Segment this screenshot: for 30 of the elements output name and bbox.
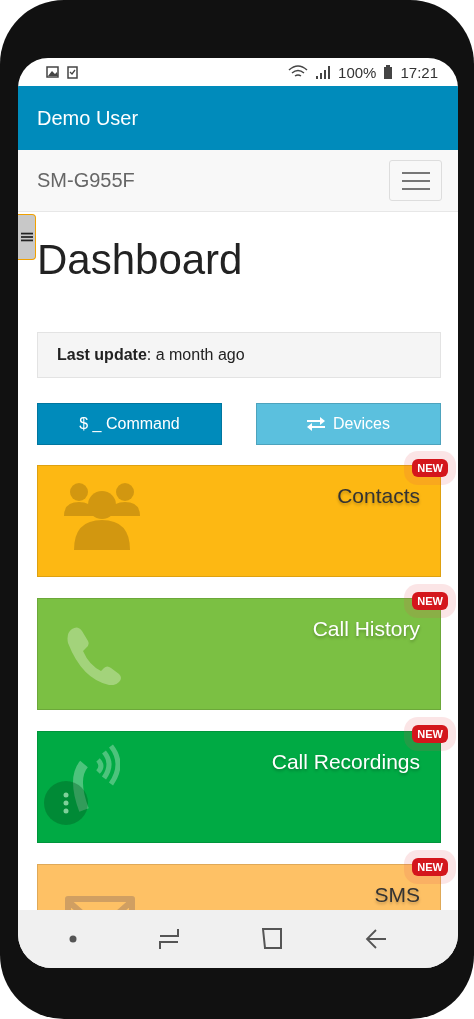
exchange-icon: [307, 417, 326, 431]
new-badge: NEW: [412, 858, 448, 876]
battery-icon: [384, 65, 393, 79]
tile-title: Call History: [312, 617, 420, 641]
new-badge: NEW: [412, 459, 448, 477]
signal-icon: [316, 65, 331, 79]
tile-title: Call Recordings: [271, 750, 420, 774]
user-name: Demo User: [37, 106, 139, 130]
menu-button[interactable]: [389, 160, 442, 201]
battery-percent: 100%: [338, 63, 377, 81]
last-update: Last update: a month ago: [37, 332, 441, 378]
devices-button[interactable]: Devices: [256, 403, 441, 445]
page-title: Dashboard: [37, 235, 244, 285]
menu-button[interactable]: [18, 214, 36, 260]
wifi-icon: [288, 65, 309, 79]
new-badge: NEW: [412, 592, 448, 610]
command-button[interactable]: $ _ Command: [37, 403, 222, 445]
dot-icon[interactable]: [68, 935, 77, 943]
clipboard-check-icon: [67, 65, 78, 79]
back-icon[interactable]: [365, 928, 388, 950]
tile-title: Contacts: [337, 484, 420, 508]
device-name[interactable]: SM-G955F: [37, 169, 135, 192]
clock-time: 17:21: [400, 63, 438, 81]
menu-icon: [20, 231, 33, 243]
new-badge: NEW: [412, 725, 448, 743]
recent-apps-icon[interactable]: [158, 928, 181, 950]
tile-title: SMS: [374, 883, 420, 907]
home-icon[interactable]: [261, 928, 284, 950]
more-icon: [63, 792, 69, 814]
image-icon: [46, 66, 59, 78]
